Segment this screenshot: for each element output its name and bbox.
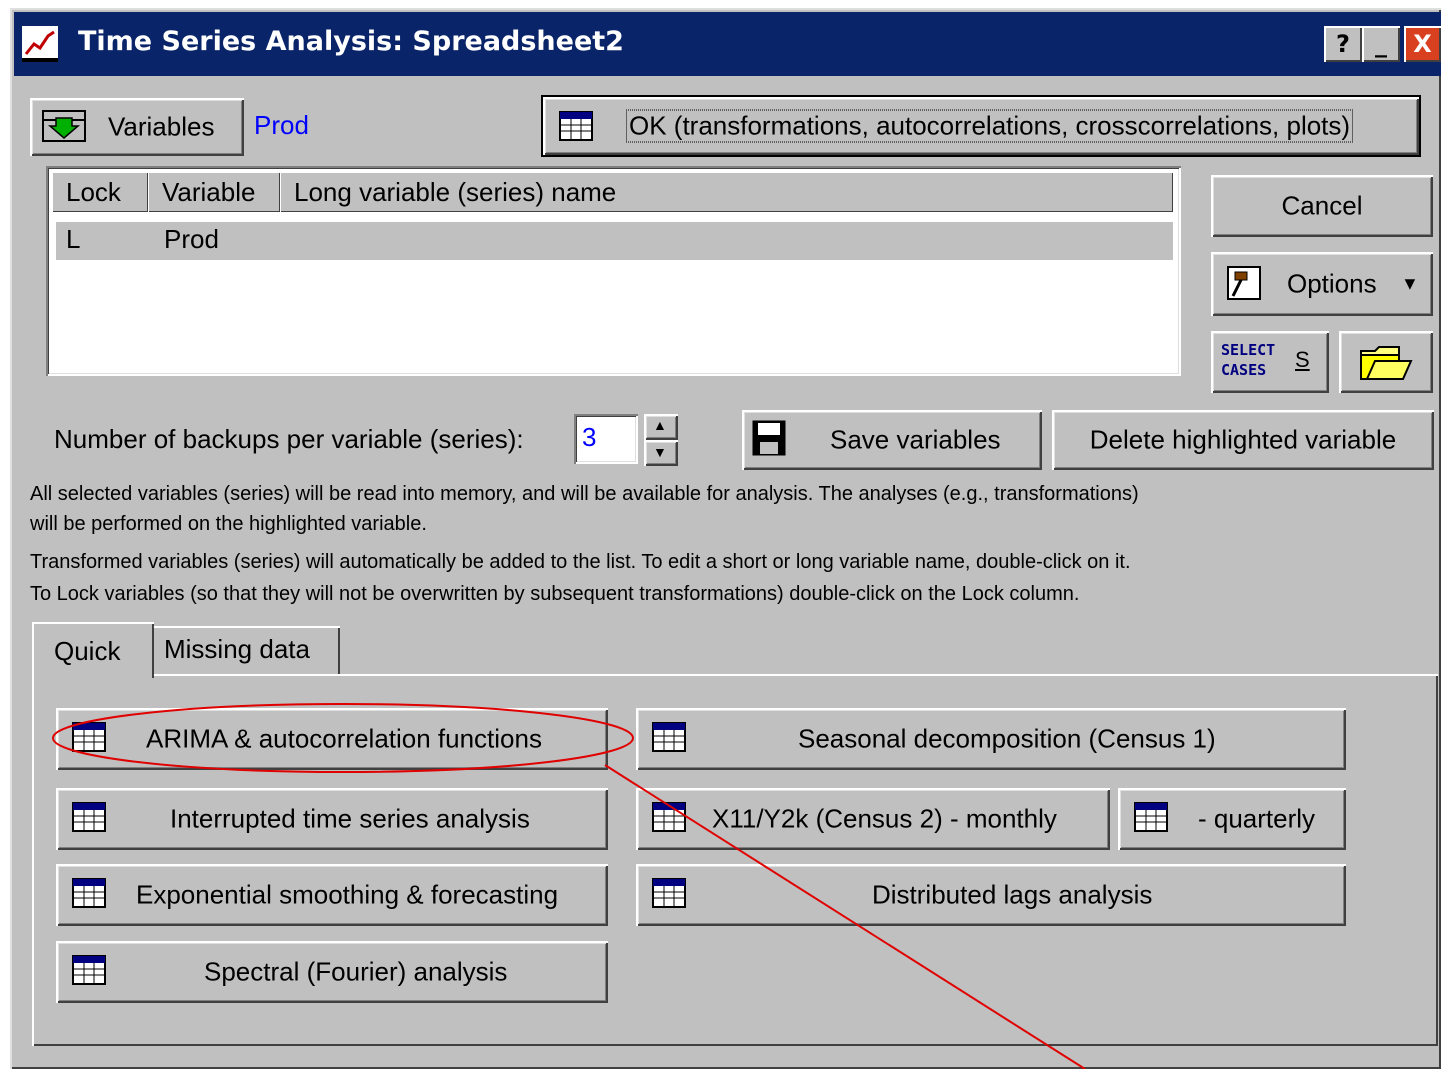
tab-missing-data[interactable]: Missing data [150, 626, 340, 674]
save-variables-button[interactable]: Save variables [742, 410, 1042, 470]
interrupted-button-label: Interrupted time series analysis [170, 803, 530, 834]
options-hammer-icon [1227, 266, 1261, 300]
variables-icon [42, 110, 86, 142]
info-line-4: To Lock variables (so that they will not… [30, 583, 1080, 605]
info-line-2: will be performed on the highlighted var… [30, 513, 427, 535]
save-variables-label: Save variables [830, 424, 1001, 455]
exponential-button[interactable]: Exponential smoothing & forecasting [56, 864, 608, 926]
spin-down-icon: ▼ [653, 444, 667, 460]
delete-highlighted-button[interactable]: Delete highlighted variable [1052, 410, 1434, 470]
open-folder-button[interactable] [1339, 331, 1433, 393]
variables-button[interactable]: Variables [30, 98, 244, 156]
ok-button[interactable]: OK (transformations, autocorrelations, c… [541, 95, 1421, 157]
minimize-button[interactable]: _ [1362, 26, 1400, 62]
spin-up-icon: ▲ [653, 417, 667, 433]
save-disk-icon [752, 420, 786, 456]
options-button-label: Options [1287, 268, 1377, 299]
info-line-3: Transformed variables (series) will auto… [30, 551, 1131, 573]
tab-quick[interactable]: Quick [32, 622, 154, 678]
x11-monthly-button[interactable]: X11/Y2k (Census 2) - monthly [636, 788, 1110, 850]
cancel-button[interactable]: Cancel [1211, 175, 1433, 237]
spreadsheet-icon [72, 802, 106, 832]
backups-spin-up[interactable]: ▲ [644, 414, 678, 440]
spectral-button[interactable]: Spectral (Fourier) analysis [56, 941, 608, 1003]
help-button[interactable]: ? [1324, 26, 1362, 62]
spreadsheet-icon [72, 955, 106, 985]
quarterly-button[interactable]: - quarterly [1118, 788, 1346, 850]
spreadsheet-icon [72, 878, 106, 908]
row-variable-cell: Prod [164, 224, 219, 254]
spreadsheet-icon [652, 802, 686, 832]
spreadsheet-icon [652, 878, 686, 908]
selected-variable-link[interactable]: Prod [254, 110, 309, 141]
seasonal-button[interactable]: Seasonal decomposition (Census 1) [636, 708, 1346, 770]
arima-button[interactable]: ARIMA & autocorrelation functions [56, 708, 608, 770]
quarterly-button-label: - quarterly [1198, 803, 1316, 834]
select-cases-label-1: SELECT [1221, 341, 1276, 359]
window-title: Time Series Analysis: Spreadsheet2 [78, 26, 624, 57]
col-header-lock[interactable]: Lock [52, 172, 148, 212]
seasonal-button-label: Seasonal decomposition (Census 1) [798, 723, 1216, 754]
exponential-button-label: Exponential smoothing & forecasting [136, 879, 559, 910]
spreadsheet-icon [652, 722, 686, 752]
table-row[interactable] [56, 222, 1173, 260]
backups-input[interactable]: 3 [574, 414, 638, 464]
tab-quick-label: Quick [54, 636, 121, 666]
close-button[interactable]: X [1404, 26, 1441, 62]
spreadsheet-icon [559, 111, 593, 141]
ok-button-label: OK (transformations, autocorrelations, c… [625, 109, 1354, 143]
chevron-down-icon: ▼ [1401, 273, 1419, 294]
chart-app-icon [22, 26, 58, 62]
open-folder-icon [1360, 346, 1413, 380]
tab-missing-data-label: Missing data [164, 634, 310, 664]
select-cases-s: S [1295, 347, 1310, 372]
col-header-variable[interactable]: Variable [148, 172, 280, 212]
select-cases-button[interactable]: SELECT CASES S [1211, 331, 1329, 393]
arima-button-label: ARIMA & autocorrelation functions [146, 723, 542, 754]
info-line-1: All selected variables (series) will be … [30, 483, 1139, 505]
distributed-lags-button[interactable]: Distributed lags analysis [636, 864, 1346, 926]
distributed-lags-button-label: Distributed lags analysis [872, 879, 1153, 910]
spreadsheet-icon [1134, 802, 1168, 832]
select-cases-label-2: CASES [1221, 361, 1267, 379]
delete-highlighted-label: Delete highlighted variable [1089, 424, 1397, 455]
backups-label: Number of backups per variable (series): [54, 424, 524, 454]
backups-input-value: 3 [582, 422, 597, 452]
cancel-button-label: Cancel [1281, 190, 1363, 221]
x11-monthly-button-label: X11/Y2k (Census 2) - monthly [712, 803, 1057, 834]
backups-spin-down[interactable]: ▼ [644, 440, 678, 466]
spreadsheet-icon [72, 722, 106, 752]
row-lock-cell: L [66, 224, 81, 254]
options-button[interactable]: Options ▼ [1211, 252, 1433, 316]
interrupted-button[interactable]: Interrupted time series analysis [56, 788, 608, 850]
spectral-button-label: Spectral (Fourier) analysis [204, 956, 508, 987]
variables-button-label: Variables [108, 111, 215, 142]
col-header-long-name[interactable]: Long variable (series) name [280, 172, 1173, 212]
